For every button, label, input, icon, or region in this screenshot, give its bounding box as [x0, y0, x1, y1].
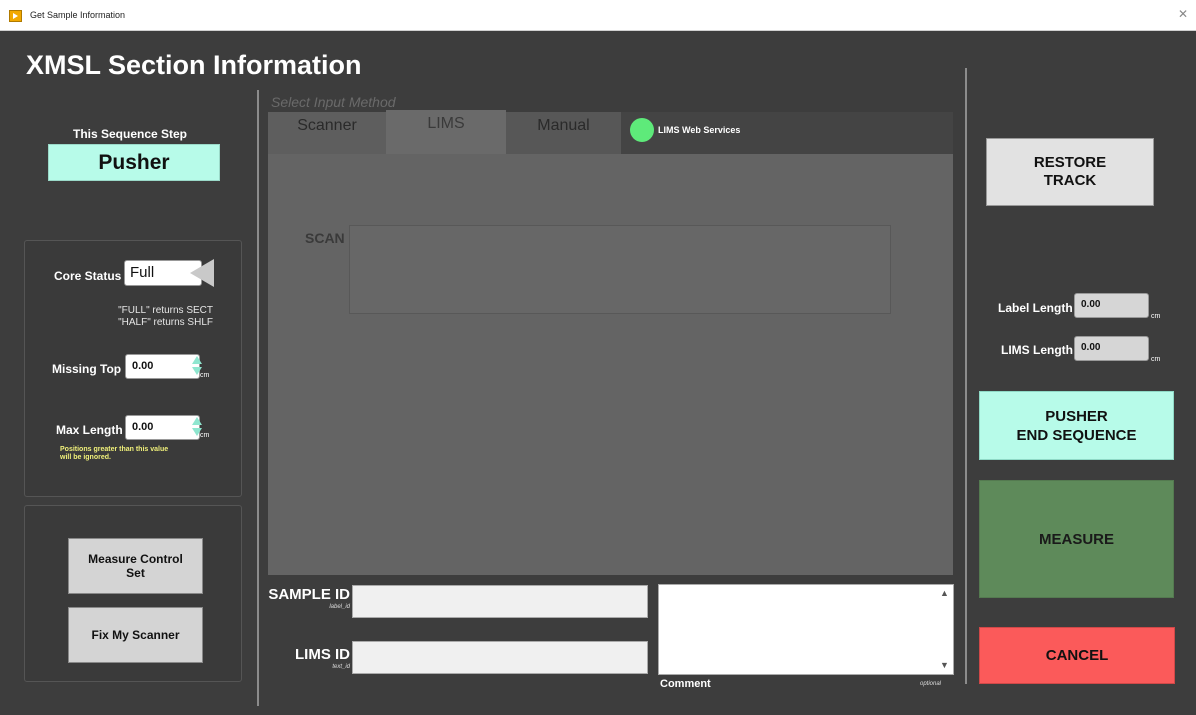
measure-control-line-1: Measure Control: [88, 552, 183, 566]
max-length-warning-1: Positions greater than this value: [60, 446, 169, 453]
restore-track-button[interactable]: RESTORE TRACK: [986, 138, 1154, 206]
core-status-hint-1: "FULL" returns SECT: [118, 305, 213, 316]
measure-control-set-button[interactable]: Measure Control Set: [68, 538, 203, 594]
comment-textarea[interactable]: [658, 584, 954, 675]
scan-input[interactable]: [349, 225, 891, 314]
label-length-label: Label Length: [998, 301, 1073, 315]
lims-id-input[interactable]: [352, 641, 648, 674]
core-status-label: Core Status: [54, 269, 122, 283]
pusher-line-2: END SEQUENCE: [1016, 426, 1137, 444]
label-length-value: 0.00: [1074, 293, 1149, 318]
pusher-end-sequence-button[interactable]: PUSHER END SEQUENCE: [979, 391, 1174, 460]
app-icon: [9, 10, 22, 22]
page-title: XMSL Section Information: [26, 50, 362, 80]
cancel-button[interactable]: CANCEL: [979, 627, 1175, 684]
max-length-input[interactable]: 0.00: [125, 415, 200, 440]
max-length-unit: cm: [200, 432, 210, 439]
measure-button[interactable]: MEASURE: [979, 480, 1174, 598]
scroll-up-icon[interactable]: ▲: [940, 588, 949, 598]
missing-top-unit: cm: [200, 372, 210, 379]
fix-my-scanner-button[interactable]: Fix My Scanner: [68, 607, 203, 663]
core-status-dropdown-icon[interactable]: [190, 259, 214, 287]
tab-lims[interactable]: LIMS: [386, 110, 506, 154]
tab-manual[interactable]: Manual: [506, 112, 621, 154]
pusher-line-1: PUSHER: [1045, 407, 1108, 425]
missing-top-input[interactable]: 0.00: [125, 354, 200, 379]
window-title: Get Sample Information: [30, 10, 126, 20]
comment-optional-label: optional: [920, 681, 942, 687]
missing-top-label: Missing Top: [52, 362, 122, 376]
title-bar: [0, 0, 1196, 31]
input-method-label: Select Input Method: [271, 94, 396, 110]
max-length-label: Max Length: [56, 423, 123, 437]
lims-length-value: 0.00: [1074, 336, 1149, 361]
restore-line-1: RESTORE: [1033, 154, 1107, 171]
lims-status-indicator: [630, 118, 654, 142]
sample-id-label: SAMPLE ID: [268, 586, 350, 603]
scan-label: SCAN: [305, 230, 345, 246]
tab-content: [268, 154, 953, 575]
right-divider: [965, 68, 967, 684]
measure-control-line-2: Set: [126, 566, 145, 580]
lims-status-label: LIMS Web Services: [658, 125, 741, 135]
lims-id-sublabel: text_id: [332, 664, 350, 670]
max-length-warning-2: will be ignored.: [60, 454, 111, 461]
sample-id-input[interactable]: [352, 585, 648, 618]
left-divider: [257, 90, 259, 706]
close-icon[interactable]: ✕: [1178, 7, 1188, 21]
comment-label: Comment: [660, 678, 711, 690]
lims-length-unit: cm: [1151, 356, 1161, 363]
restore-line-2: TRACK: [1043, 172, 1097, 189]
lims-length-label: LIMS Length: [1001, 343, 1073, 357]
core-status-hint-2: "HALF" returns SHLF: [118, 317, 213, 328]
lims-id-label: LIMS ID: [295, 646, 350, 663]
sequence-step-label: This Sequence Step: [72, 127, 188, 141]
tab-scanner[interactable]: Scanner: [268, 112, 386, 154]
sequence-step-value: Pusher: [48, 144, 220, 181]
label-length-unit: cm: [1151, 313, 1161, 320]
scroll-down-icon[interactable]: ▼: [940, 660, 949, 670]
sample-id-sublabel: label_id: [329, 604, 350, 610]
